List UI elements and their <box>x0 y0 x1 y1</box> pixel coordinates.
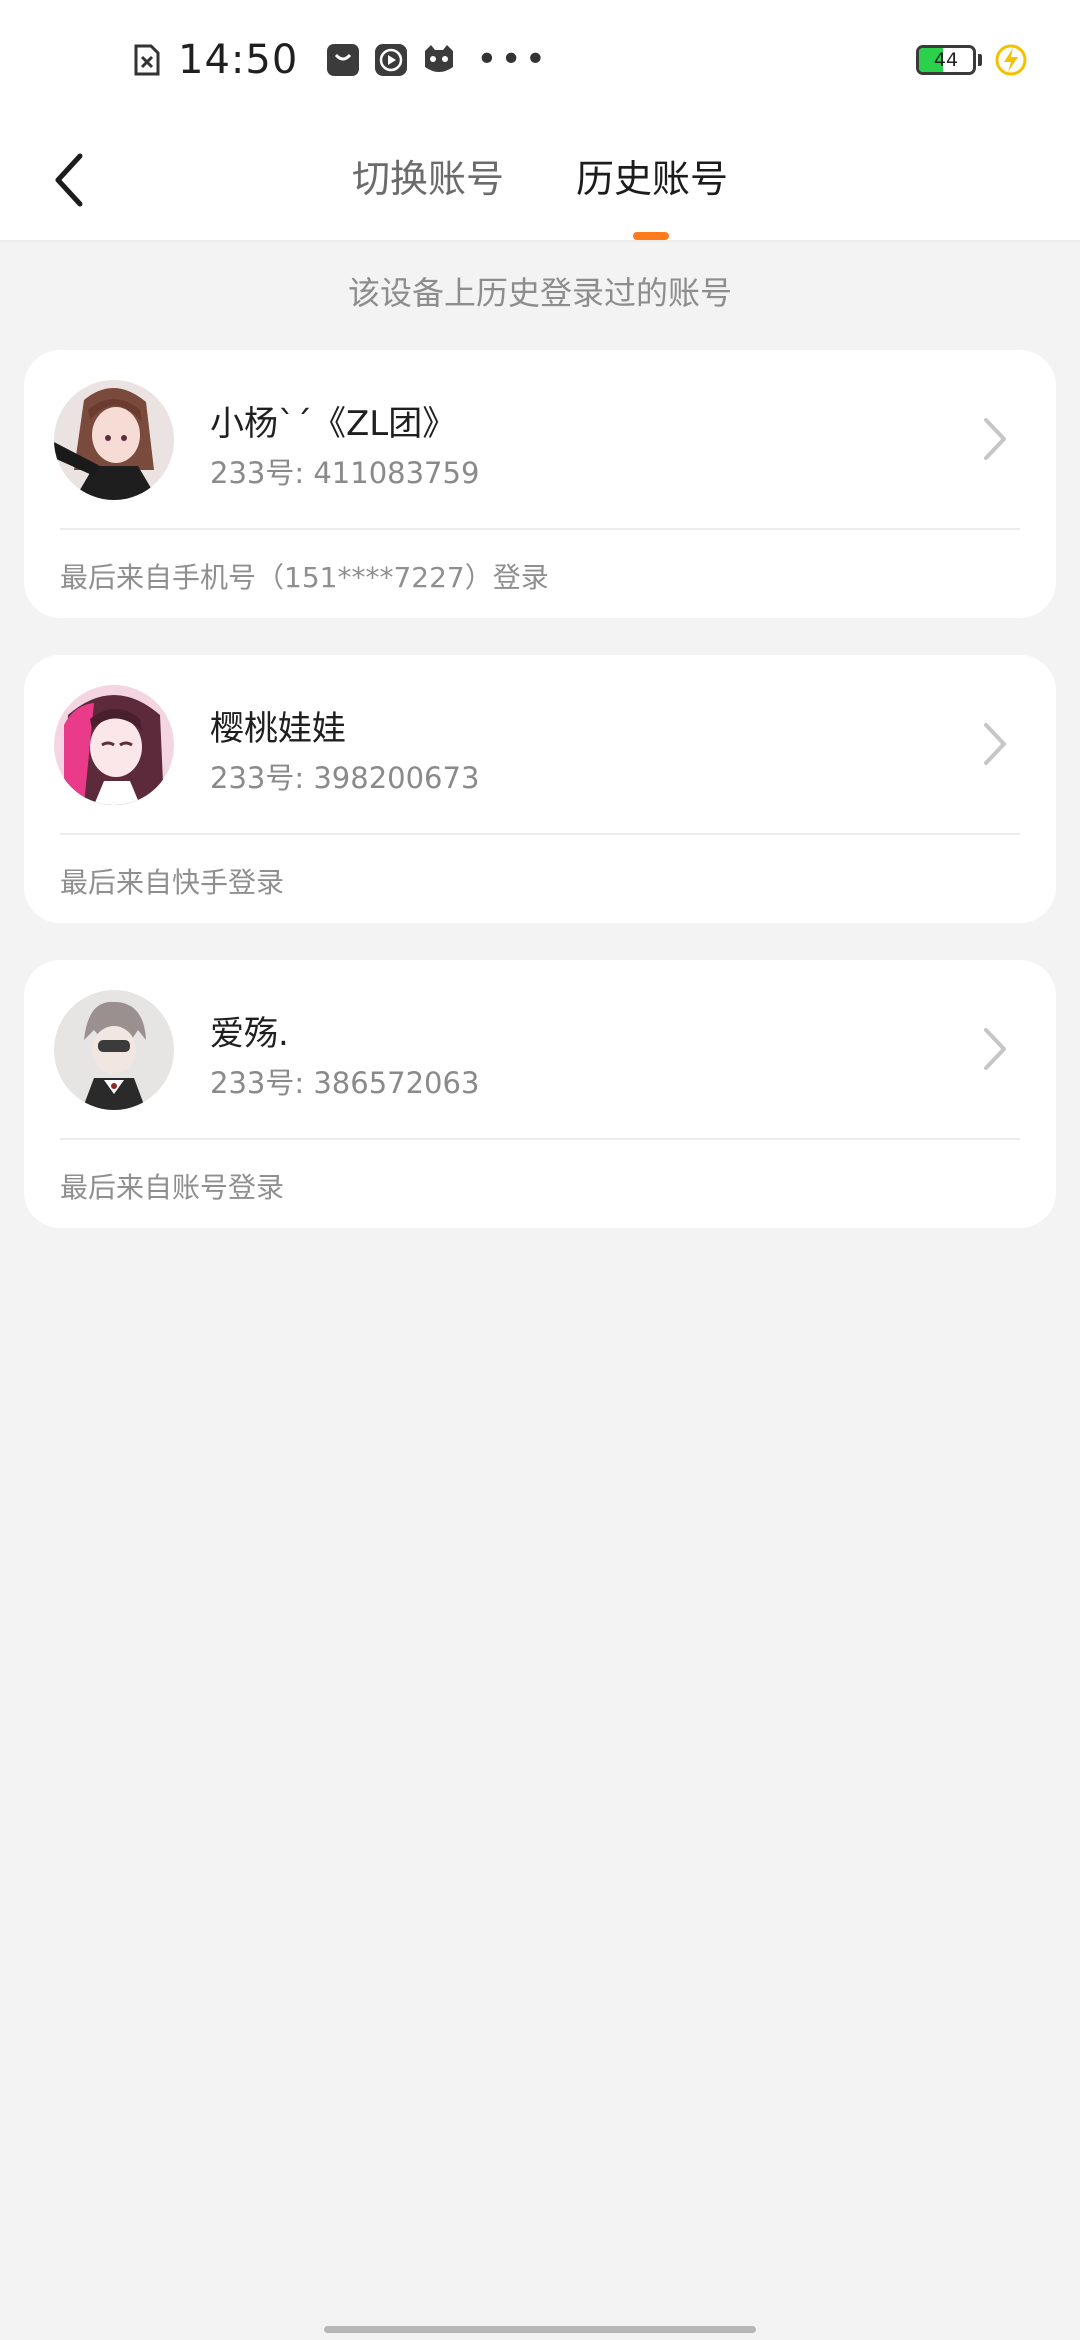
cat-icon <box>422 43 456 77</box>
battery-icon: 44 <box>916 45 976 75</box>
top-nav: 切换账号 历史账号 <box>0 120 1080 240</box>
account-name: 爱殇. <box>210 1014 289 1054</box>
header-divider <box>0 240 1080 242</box>
last-login-info: 最后来自快手登录 <box>60 866 285 899</box>
chevron-right-icon <box>984 1028 1006 1070</box>
last-login-info: 最后来自账号登录 <box>60 1171 285 1204</box>
last-login-info: 最后来自手机号（151****7227）登录 <box>60 561 549 594</box>
account-card[interactable]: 樱桃娃娃 233号: 398200673 最后来自快手登录 <box>24 655 1056 923</box>
home-indicator[interactable] <box>324 2326 756 2333</box>
page-subtitle: 该设备上历史登录过的账号 <box>347 274 732 312</box>
status-bar: 14:50 ••• 44 <box>0 0 1080 120</box>
more-dots-icon: ••• <box>476 39 549 80</box>
charging-icon <box>994 43 1028 77</box>
avatar <box>54 380 174 500</box>
account-id: 233号: 386572063 <box>210 1066 480 1100</box>
status-left: 14:50 ••• <box>130 32 549 88</box>
status-right: 44 <box>916 38 1028 82</box>
back-button[interactable] <box>40 140 100 220</box>
battery-level: 44 <box>933 49 959 71</box>
account-id: 233号: 411083759 <box>210 456 480 490</box>
card-divider <box>60 833 1020 835</box>
play-icon <box>374 43 408 77</box>
avatar <box>54 990 174 1110</box>
chevron-right-icon <box>984 723 1006 765</box>
active-tab-indicator <box>633 232 669 240</box>
back-arrow-icon <box>55 153 83 207</box>
card-divider <box>60 528 1020 530</box>
tab-history-account[interactable]: 历史账号 <box>576 144 728 214</box>
status-time: 14:50 <box>178 37 299 83</box>
card-divider <box>60 1138 1020 1140</box>
account-name: 樱桃娃娃 <box>210 709 346 749</box>
app-bag-icon <box>326 43 360 77</box>
chevron-right-icon <box>984 418 1006 460</box>
battery-cap <box>978 54 982 66</box>
account-id: 233号: 398200673 <box>210 761 480 795</box>
tab-switch-account[interactable]: 切换账号 <box>352 144 504 214</box>
account-card[interactable]: 爱殇. 233号: 386572063 最后来自账号登录 <box>24 960 1056 1228</box>
account-card[interactable]: 小杨ˋˊ《ZL团》 233号: 411083759 最后来自手机号（151***… <box>24 350 1056 618</box>
no-sim-icon <box>130 43 164 77</box>
account-name: 小杨ˋˊ《ZL团》 <box>210 404 457 444</box>
avatar <box>54 685 174 805</box>
